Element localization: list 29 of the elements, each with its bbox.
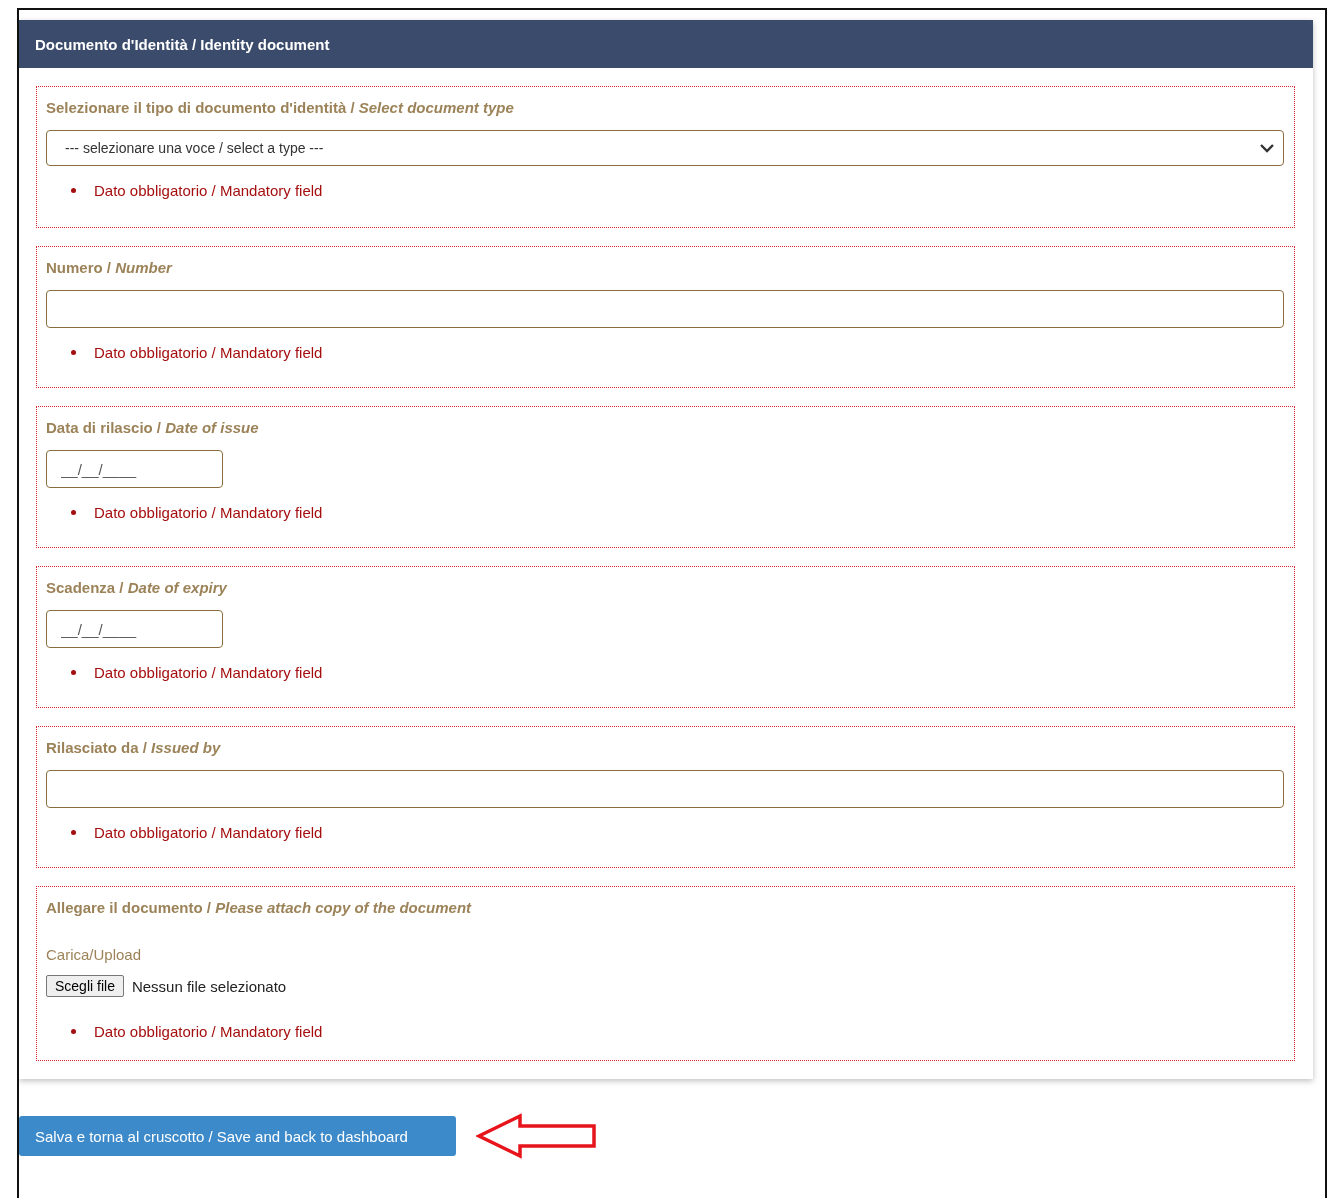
error-message: Dato obbligatorio / Mandatory field [94, 504, 323, 521]
field-label: Data di rilascio / Date of issue [46, 419, 260, 436]
error-message: Dato obbligatorio / Mandatory field [94, 344, 323, 361]
input-field[interactable] [46, 770, 1284, 808]
field-label: Allegare il documento / Please attach copy of the document [46, 899, 473, 916]
error-message: Dato obbligatorio / Mandatory field [94, 664, 323, 681]
bullet-icon [71, 670, 76, 675]
type-dropdown[interactable]: --- selezionare una voce / select a type --- [46, 130, 1284, 166]
field-label: Numero / Number [46, 259, 174, 276]
error-message: Dato obbligatorio / Mandatory field [94, 1023, 323, 1040]
error-message: Dato obbligatorio / Mandatory field [94, 182, 323, 199]
field-label: Rilasciato da / Issued by [46, 739, 222, 756]
file-status: Nessun file selezionato [131, 977, 287, 995]
error-message: Dato obbligatorio / Mandatory field [94, 824, 323, 841]
bullet-icon [71, 830, 76, 835]
bullet-icon [71, 1029, 76, 1034]
upload-label: Carica/Upload [46, 946, 143, 963]
date-field[interactable]: __/__/____ [46, 610, 223, 648]
bullet-icon [71, 350, 76, 355]
bullet-icon [71, 188, 76, 193]
date-field[interactable]: __/__/____ [46, 450, 223, 488]
field-label: Selezionare il tipo di documento d'identità / Select document type [46, 99, 515, 116]
choose-file-button[interactable]: Scegli file [46, 975, 124, 997]
save-button[interactable]: Salva e torna al cruscotto / Save and back to dashboard [19, 1116, 456, 1156]
field-label: Scadenza / Date of expiry [46, 579, 229, 596]
bullet-icon [71, 510, 76, 515]
panel-title: Documento d'Identità / Identity document [35, 35, 330, 53]
input-field[interactable] [46, 290, 1284, 328]
chevron-down-icon [1259, 143, 1275, 153]
